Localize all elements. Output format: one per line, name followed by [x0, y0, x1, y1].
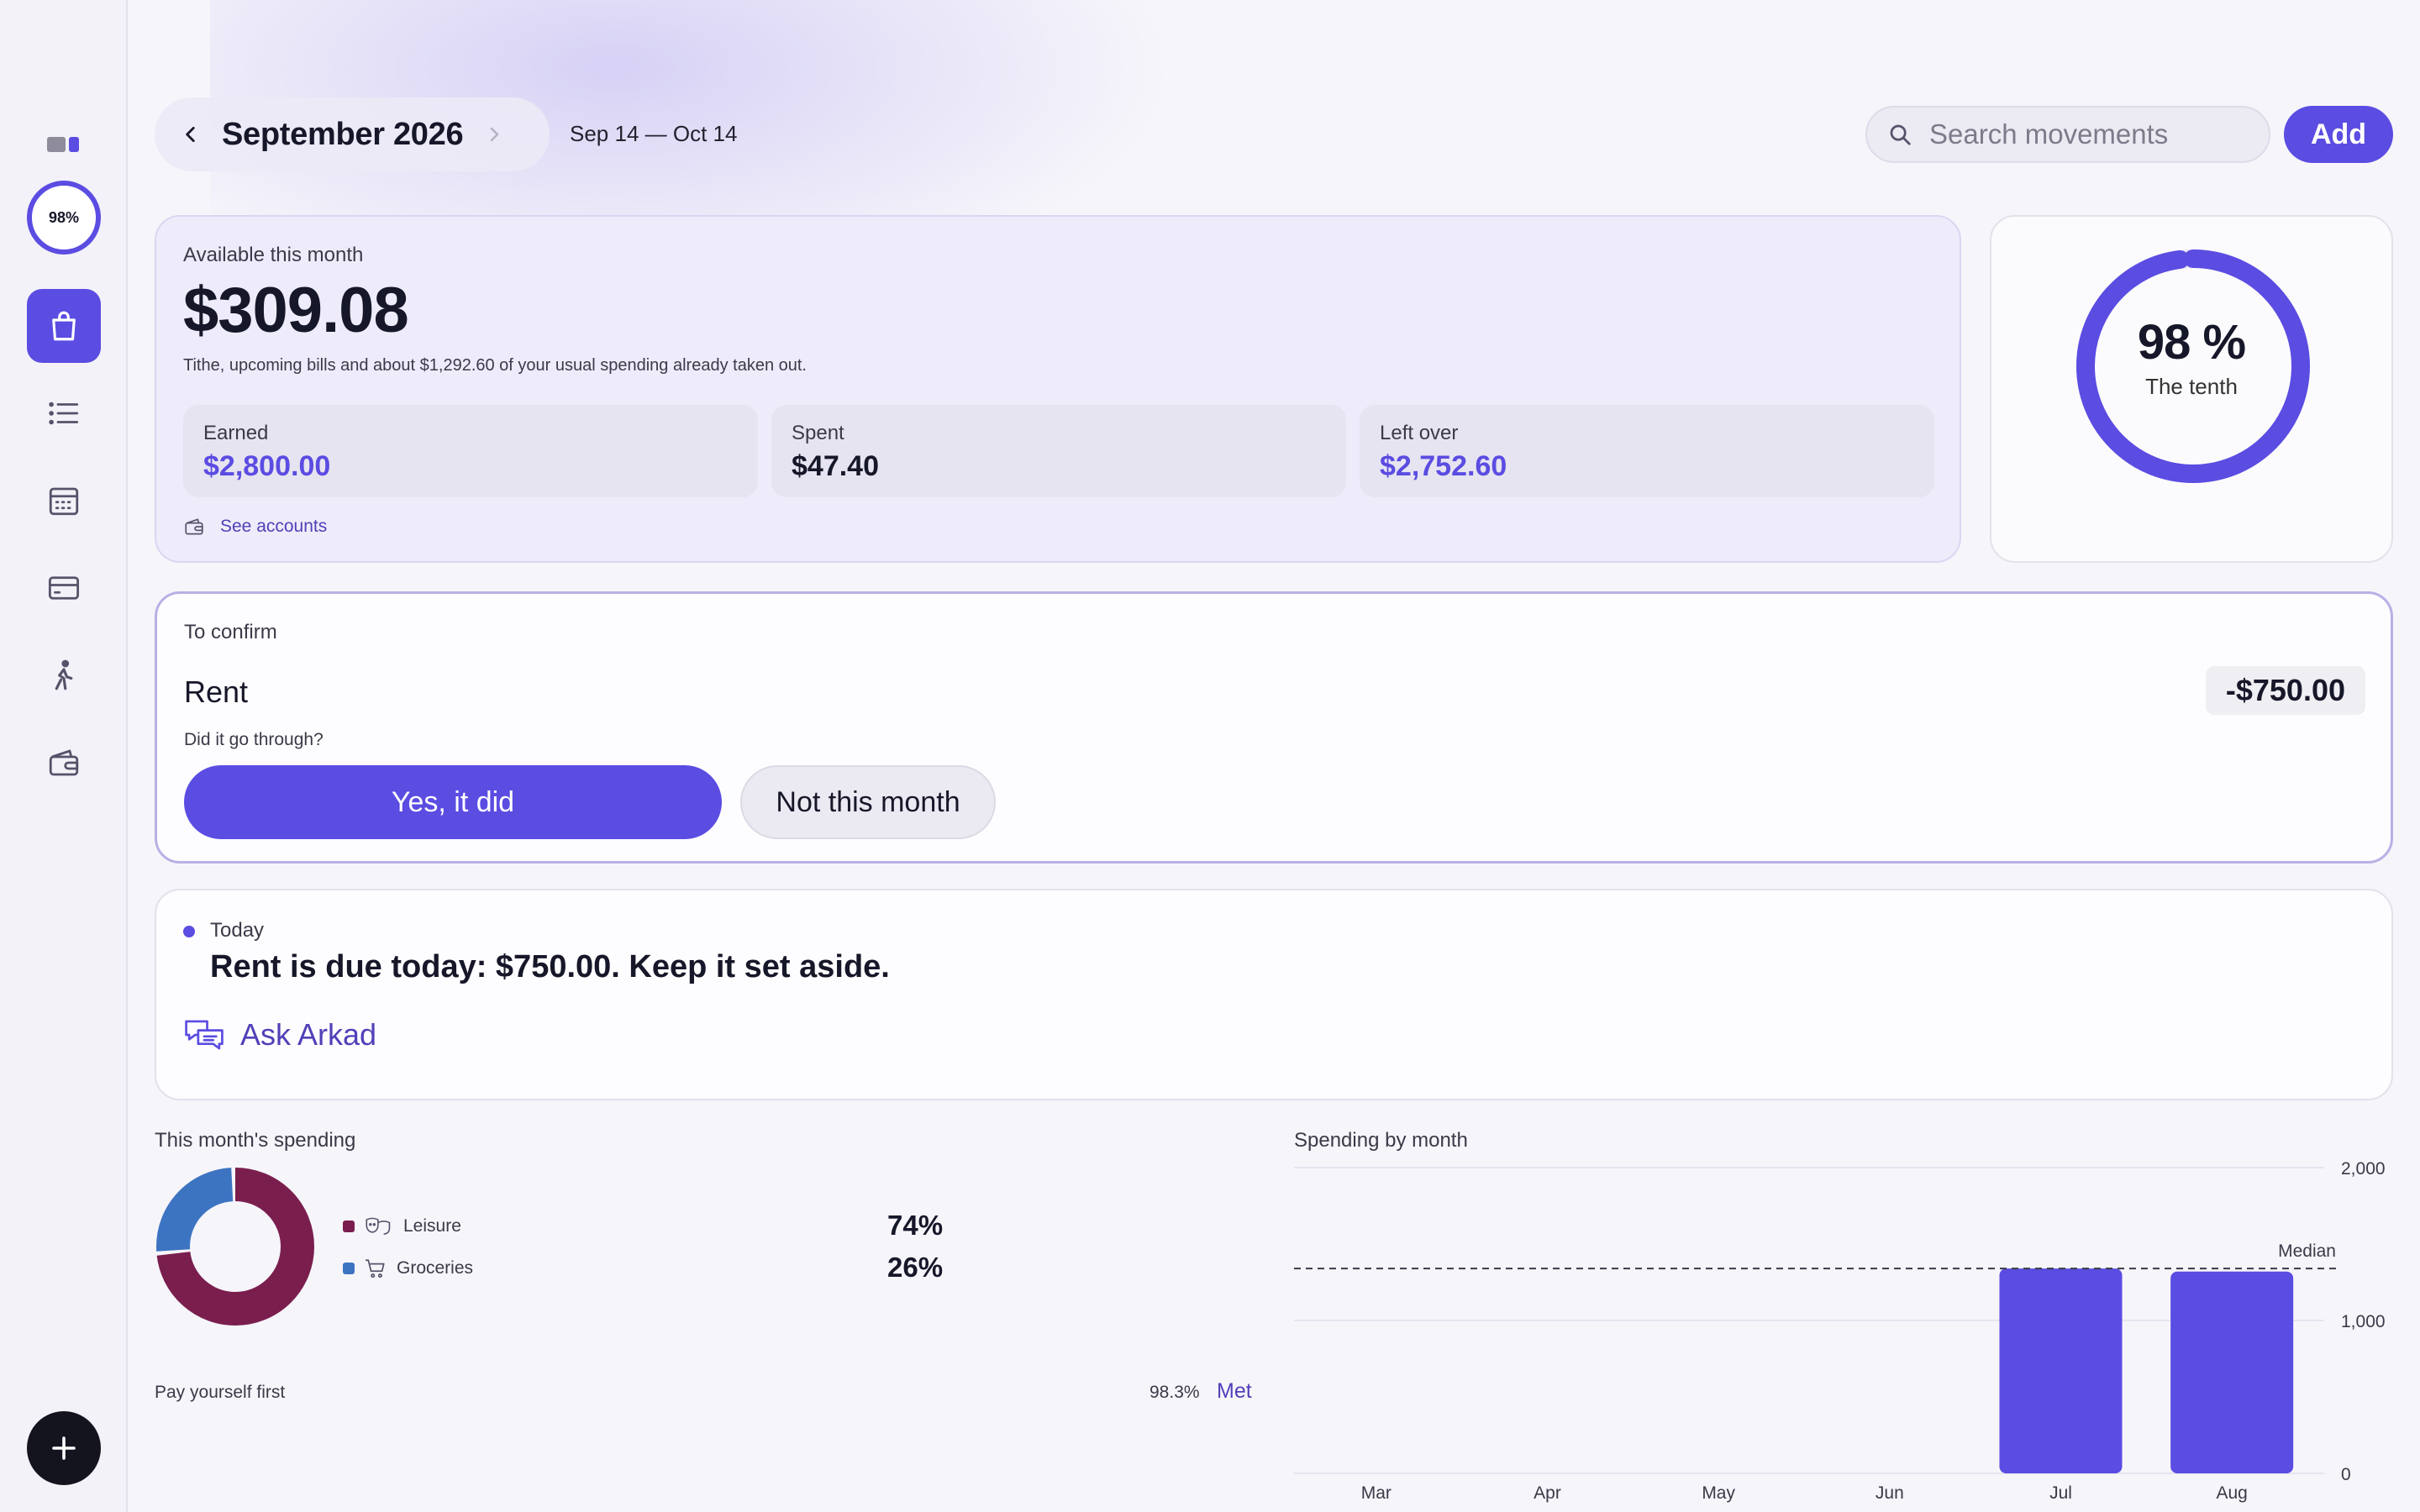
median-label: Median — [2278, 1242, 2336, 1261]
sidebar: 98% — [0, 0, 128, 1512]
y-tick-label: 0 — [2341, 1465, 2351, 1484]
y-tick-label: 1,000 — [2341, 1312, 2386, 1331]
spending-title: This month's spending — [155, 1129, 356, 1152]
confirm-question: Did it go through? — [184, 730, 324, 749]
legend-leisure-label: Leisure — [403, 1216, 461, 1236]
period-range: Sep 14 — Oct 14 — [570, 121, 738, 146]
savings-progress-badge[interactable]: 98% — [27, 181, 101, 255]
app-logo-icon — [47, 137, 79, 152]
stat-left-over-value: $2,752.60 — [1380, 450, 1507, 482]
x-tick-label: Apr — [1534, 1483, 1561, 1503]
walking-person-icon — [55, 659, 73, 690]
add-button[interactable]: Add — [2284, 106, 2393, 163]
stat-earned-label: Earned — [203, 422, 269, 444]
sidebar-item-wallet[interactable] — [27, 726, 101, 800]
previous-month-button[interactable] — [171, 115, 210, 154]
groceries-percent: 26% — [887, 1252, 944, 1283]
ring-percent: 98 % — [2137, 315, 2246, 370]
today-dot — [183, 926, 195, 937]
ring-subtitle: The tenth — [2145, 374, 2238, 399]
chat-bubbles-icon — [185, 1020, 224, 1050]
x-tick-label: Aug — [2216, 1483, 2247, 1503]
legend-groceries: Groceries — [343, 1258, 473, 1278]
calendar-icon — [49, 487, 79, 516]
credit-card-icon — [48, 576, 80, 600]
groceries-swatch — [343, 1263, 355, 1274]
add-movement-button[interactable] — [27, 1411, 101, 1485]
confirm-no-button[interactable]: Not this month — [740, 765, 996, 839]
sidebar-item-calendar[interactable] — [27, 464, 101, 538]
stat-spent-label: Spent — [792, 422, 844, 444]
see-accounts-label: See accounts — [220, 517, 328, 536]
chevron-right-icon — [491, 127, 499, 142]
sidebar-item-budget[interactable] — [27, 289, 101, 363]
stat-left-over: Left over $2,752.60 — [1360, 405, 1934, 497]
confirm-amount: -$750.00 — [2205, 666, 2365, 715]
pay-yourself-status: Met — [1217, 1379, 1252, 1403]
ring-center: 98 % The tenth — [1991, 314, 2391, 400]
wallet-icon — [185, 518, 203, 535]
available-card: Available this month $309.08 Tithe, upco… — [155, 215, 1961, 563]
leisure-swatch — [343, 1221, 355, 1232]
x-tick-label: Jul — [2049, 1483, 2072, 1503]
theater-masks-icon — [366, 1217, 391, 1235]
spending-donut — [156, 1168, 314, 1326]
stat-earned-value: $2,800.00 — [203, 450, 331, 482]
x-tick-label: Mar — [1361, 1483, 1392, 1503]
confirm-title: Rent — [184, 675, 249, 709]
chart-title: Spending by month — [1294, 1129, 1468, 1152]
chart-bars — [1999, 1268, 2294, 1473]
next-month-button[interactable] — [475, 115, 513, 154]
x-tick-label: Jun — [1876, 1483, 1904, 1503]
wallet-icon — [49, 749, 79, 776]
stat-earned: Earned $2,800.00 — [183, 405, 758, 497]
ask-arkad-label: Ask Arkad — [240, 1017, 377, 1052]
confirm-label: To confirm — [184, 621, 277, 643]
stat-spent: Spent $47.40 — [771, 405, 1346, 497]
stat-spent-value: $47.40 — [792, 450, 879, 482]
month-selector: September 2026 — [155, 97, 550, 171]
available-amount: $309.08 — [183, 275, 409, 346]
confirm-card: To confirm Rent -$750.00 Did it go throu… — [155, 591, 2393, 864]
chart-median: Median — [1294, 1242, 2338, 1270]
ask-arkad-button[interactable]: Ask Arkad — [183, 1016, 376, 1053]
search-icon — [1890, 124, 1911, 145]
month-title: September 2026 — [222, 116, 464, 152]
confirm-yes-button[interactable]: Yes, it did — [184, 765, 722, 839]
tithe-progress-card: 98 % The tenth — [1990, 215, 2393, 563]
savings-progress-text: 98% — [48, 208, 80, 226]
today-label: Today — [210, 919, 265, 942]
sidebar-item-activity[interactable] — [27, 638, 101, 712]
search-input[interactable] — [1928, 118, 2267, 151]
stat-left-over-label: Left over — [1380, 422, 1459, 444]
bar-aug — [2170, 1271, 2294, 1473]
legend-groceries-label: Groceries — [397, 1258, 474, 1278]
chevron-left-icon — [186, 127, 195, 142]
shopping-cart-icon — [366, 1259, 385, 1278]
pay-yourself-value: 98.3% — [1150, 1383, 1200, 1402]
spending-by-month-chart: Median 0 1,000 2,000 Mar Apr May Jun Jul Aug — [1294, 1159, 2386, 1503]
today-card: Today Rent is due today: $750.00. Keep i… — [155, 889, 2393, 1100]
search-box — [1865, 106, 2270, 163]
chart-grid — [1294, 1167, 2324, 1474]
see-accounts-link[interactable]: See accounts — [183, 516, 327, 538]
available-note: Tithe, upcoming bills and about $1,292.6… — [183, 356, 807, 375]
sidebar-item-movements[interactable] — [27, 376, 101, 450]
today-message: Rent is due today: $750.00. Keep it set … — [210, 949, 890, 984]
shopping-bag-icon — [52, 311, 76, 341]
x-tick-label: May — [1702, 1483, 1735, 1503]
bar-jul — [1999, 1268, 2123, 1473]
leisure-percent: 74% — [887, 1210, 944, 1241]
y-tick-label: 2,000 — [2341, 1159, 2386, 1179]
available-label: Available this month — [183, 244, 364, 266]
legend-leisure: Leisure — [343, 1216, 461, 1236]
sidebar-item-cards[interactable] — [27, 551, 101, 625]
pay-yourself-label: Pay yourself first — [155, 1383, 286, 1402]
list-icon — [49, 402, 79, 425]
plus-icon — [52, 1436, 76, 1460]
